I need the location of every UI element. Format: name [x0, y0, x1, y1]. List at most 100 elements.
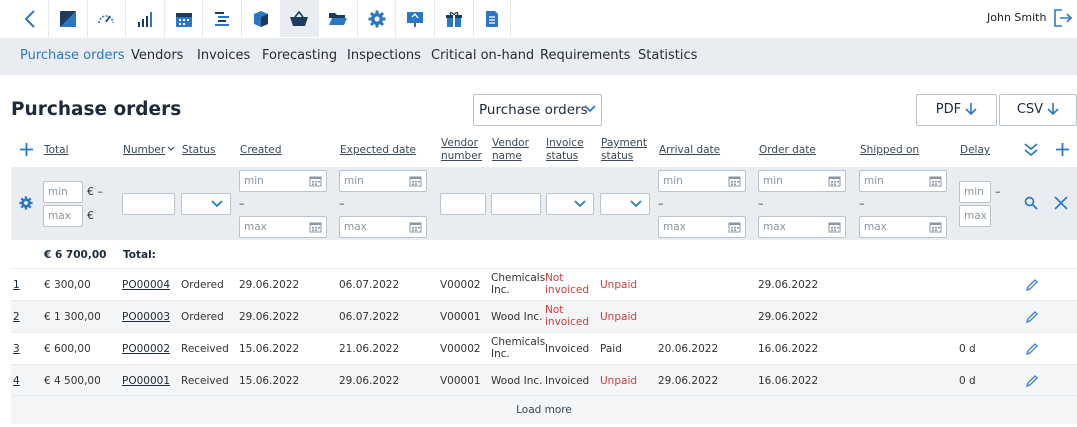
close-icon[interactable] — [1054, 196, 1068, 210]
row-index[interactable]: 4 — [13, 375, 20, 387]
collapse-down-icon[interactable] — [1023, 142, 1039, 157]
order-max-input[interactable]: max — [758, 216, 846, 238]
payment-status-filter-select[interactable] — [600, 193, 650, 215]
calendar-icon[interactable] — [728, 221, 741, 233]
nav-invoices[interactable]: Invoices — [197, 48, 250, 63]
calendar-icon[interactable] — [309, 221, 322, 233]
add-row-icon[interactable] — [19, 142, 34, 157]
edit-pencil-icon[interactable] — [1025, 374, 1039, 388]
row-index[interactable]: 3 — [13, 343, 20, 355]
col-expected-date[interactable]: Expected date — [340, 144, 416, 157]
total-max-input[interactable]: max — [43, 205, 83, 227]
load-more-button[interactable]: Load more — [11, 395, 1077, 424]
export-pdf-button[interactable]: PDF — [916, 94, 997, 126]
row-payment-status: Unpaid — [600, 279, 638, 291]
view-select[interactable]: Purchase orders — [473, 94, 602, 126]
calendar-icon[interactable] — [929, 221, 942, 233]
col-created[interactable]: Created — [240, 144, 282, 157]
gift-icon[interactable] — [433, 0, 473, 37]
row-number[interactable]: PO00004 — [122, 279, 170, 291]
export-csv-button[interactable]: CSV — [999, 94, 1077, 126]
nav-statistics[interactable]: Statistics — [638, 48, 697, 63]
row-total: € 1 300,00 — [44, 311, 101, 323]
list-tree-icon[interactable] — [202, 0, 241, 37]
document-icon[interactable] — [472, 0, 512, 37]
col-shipped-on[interactable]: Shipped on — [860, 144, 919, 157]
signal-bars-icon[interactable] — [125, 0, 164, 37]
calendar-icon[interactable] — [409, 221, 422, 233]
edit-pencil-icon[interactable] — [1025, 310, 1039, 324]
row-number[interactable]: PO00003 — [122, 311, 170, 323]
nav-requirements[interactable]: Requirements — [540, 48, 630, 63]
arrival-min-input[interactable]: min — [658, 170, 746, 192]
vendor-name-filter-input[interactable] — [491, 193, 541, 215]
shipped-min-input[interactable]: min — [859, 170, 947, 192]
calendar-icon[interactable] — [409, 175, 422, 187]
created-min-input[interactable]: min — [239, 170, 327, 192]
settings-gear-icon[interactable] — [19, 196, 33, 210]
expected-min-input[interactable]: min — [339, 170, 427, 192]
user-name[interactable]: John Smith — [987, 11, 1046, 24]
shipped-max-input[interactable]: max — [859, 216, 947, 238]
logout-icon[interactable] — [1053, 8, 1073, 28]
gear-icon[interactable] — [356, 0, 396, 37]
row-number[interactable]: PO00002 — [122, 343, 170, 355]
row-vendor-name: Chemicals Inc. — [491, 336, 545, 360]
col-payment-status-line2: status — [601, 150, 634, 162]
add-column-icon[interactable] — [1055, 142, 1070, 157]
col-delay[interactable]: Delay — [960, 144, 990, 157]
calendar-icon[interactable] — [828, 221, 841, 233]
row-invoice-line1: Not — [545, 304, 564, 316]
row-index[interactable]: 1 — [13, 279, 20, 291]
created-max-input[interactable]: max — [239, 216, 327, 238]
col-payment-status[interactable]: Payment status — [601, 137, 647, 163]
app-switcher — [48, 0, 512, 37]
number-filter-input[interactable] — [122, 193, 175, 215]
edit-pencil-icon[interactable] — [1025, 278, 1039, 292]
nav-purchase-orders[interactable]: Purchase orders — [20, 48, 125, 63]
expected-max-input[interactable]: max — [339, 216, 427, 238]
row-arrival: 29.06.2022 — [658, 375, 719, 387]
col-invoice-status-line2: status — [546, 150, 579, 162]
basket-icon[interactable] — [279, 0, 319, 37]
row-vendor-name-line1: Chemicals — [491, 336, 546, 348]
vendor-number-filter-input[interactable] — [440, 193, 486, 215]
total-min-input[interactable]: min — [43, 181, 83, 203]
search-icon[interactable] — [1024, 196, 1038, 210]
col-invoice-status[interactable]: Invoice status — [546, 137, 584, 163]
col-number[interactable]: Number — [123, 144, 175, 157]
back-arrow-icon[interactable] — [20, 8, 42, 30]
col-status[interactable]: Status — [182, 144, 215, 157]
col-number-label: Number — [123, 144, 166, 156]
nav-inspections[interactable]: Inspections — [347, 48, 421, 63]
invoice-status-filter-select[interactable] — [546, 193, 594, 215]
delay-min-input[interactable]: min — [959, 181, 991, 203]
speed-gauge-icon[interactable] — [86, 0, 126, 37]
folder-open-icon[interactable] — [318, 0, 357, 37]
calendar-icon[interactable] — [163, 0, 203, 37]
delay-max-input[interactable]: max — [959, 205, 991, 227]
nav-critical-on-hand[interactable]: Critical on-hand — [431, 48, 534, 63]
calendar-icon[interactable] — [929, 175, 942, 187]
status-filter-select[interactable] — [181, 193, 231, 215]
col-arrival-date[interactable]: Arrival date — [659, 144, 720, 157]
col-order-date[interactable]: Order date — [759, 144, 816, 157]
edit-pencil-icon[interactable] — [1025, 342, 1039, 356]
nav-vendors[interactable]: Vendors — [131, 48, 183, 63]
nav-forecasting[interactable]: Forecasting — [262, 48, 337, 63]
col-vendor-number[interactable]: Vendor number — [441, 137, 482, 163]
calendar-icon[interactable] — [728, 175, 741, 187]
row-vendor-number: V00001 — [440, 375, 481, 387]
box-icon[interactable] — [240, 0, 280, 37]
col-vendor-name[interactable]: Vendor name — [492, 137, 529, 163]
calendar-icon[interactable] — [828, 175, 841, 187]
order-min-input[interactable]: min — [758, 170, 846, 192]
row-index[interactable]: 2 — [13, 311, 20, 323]
arrival-max-placeholder: max — [663, 221, 686, 233]
dashboard-icon[interactable] — [48, 0, 87, 37]
row-number[interactable]: PO00001 — [122, 375, 170, 387]
arrival-max-input[interactable]: max — [658, 216, 746, 238]
calendar-icon[interactable] — [309, 175, 322, 187]
col-total[interactable]: Total — [44, 144, 69, 157]
presentation-icon[interactable] — [395, 0, 434, 37]
